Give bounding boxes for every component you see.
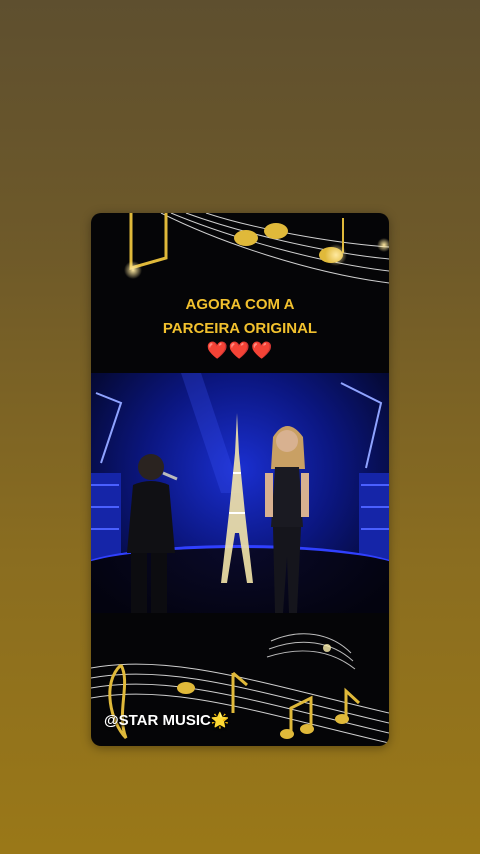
caption-line-1: AGORA COM A bbox=[185, 296, 295, 313]
story-caption: AGORA COM A PARCEIRA ORIGINAL bbox=[91, 293, 389, 341]
performance-video[interactable] bbox=[91, 373, 389, 613]
story-card[interactable]: AGORA COM A PARCEIRA ORIGINAL ❤️❤️❤️ @ST… bbox=[91, 213, 389, 746]
eiffel-tower-icon bbox=[221, 413, 253, 583]
star-icon: 🌟 bbox=[210, 712, 230, 729]
hearts-emoji: ❤️❤️❤️ bbox=[206, 341, 274, 360]
female-singer bbox=[265, 426, 309, 613]
music-notes-icon bbox=[124, 213, 389, 284]
watermark: @STAR MUSIC🌟 bbox=[104, 711, 230, 729]
caption-line-2: PARCEIRA ORIGINAL bbox=[162, 320, 318, 337]
male-singer bbox=[127, 454, 178, 613]
watermark-text: @STAR MUSIC bbox=[104, 712, 211, 729]
